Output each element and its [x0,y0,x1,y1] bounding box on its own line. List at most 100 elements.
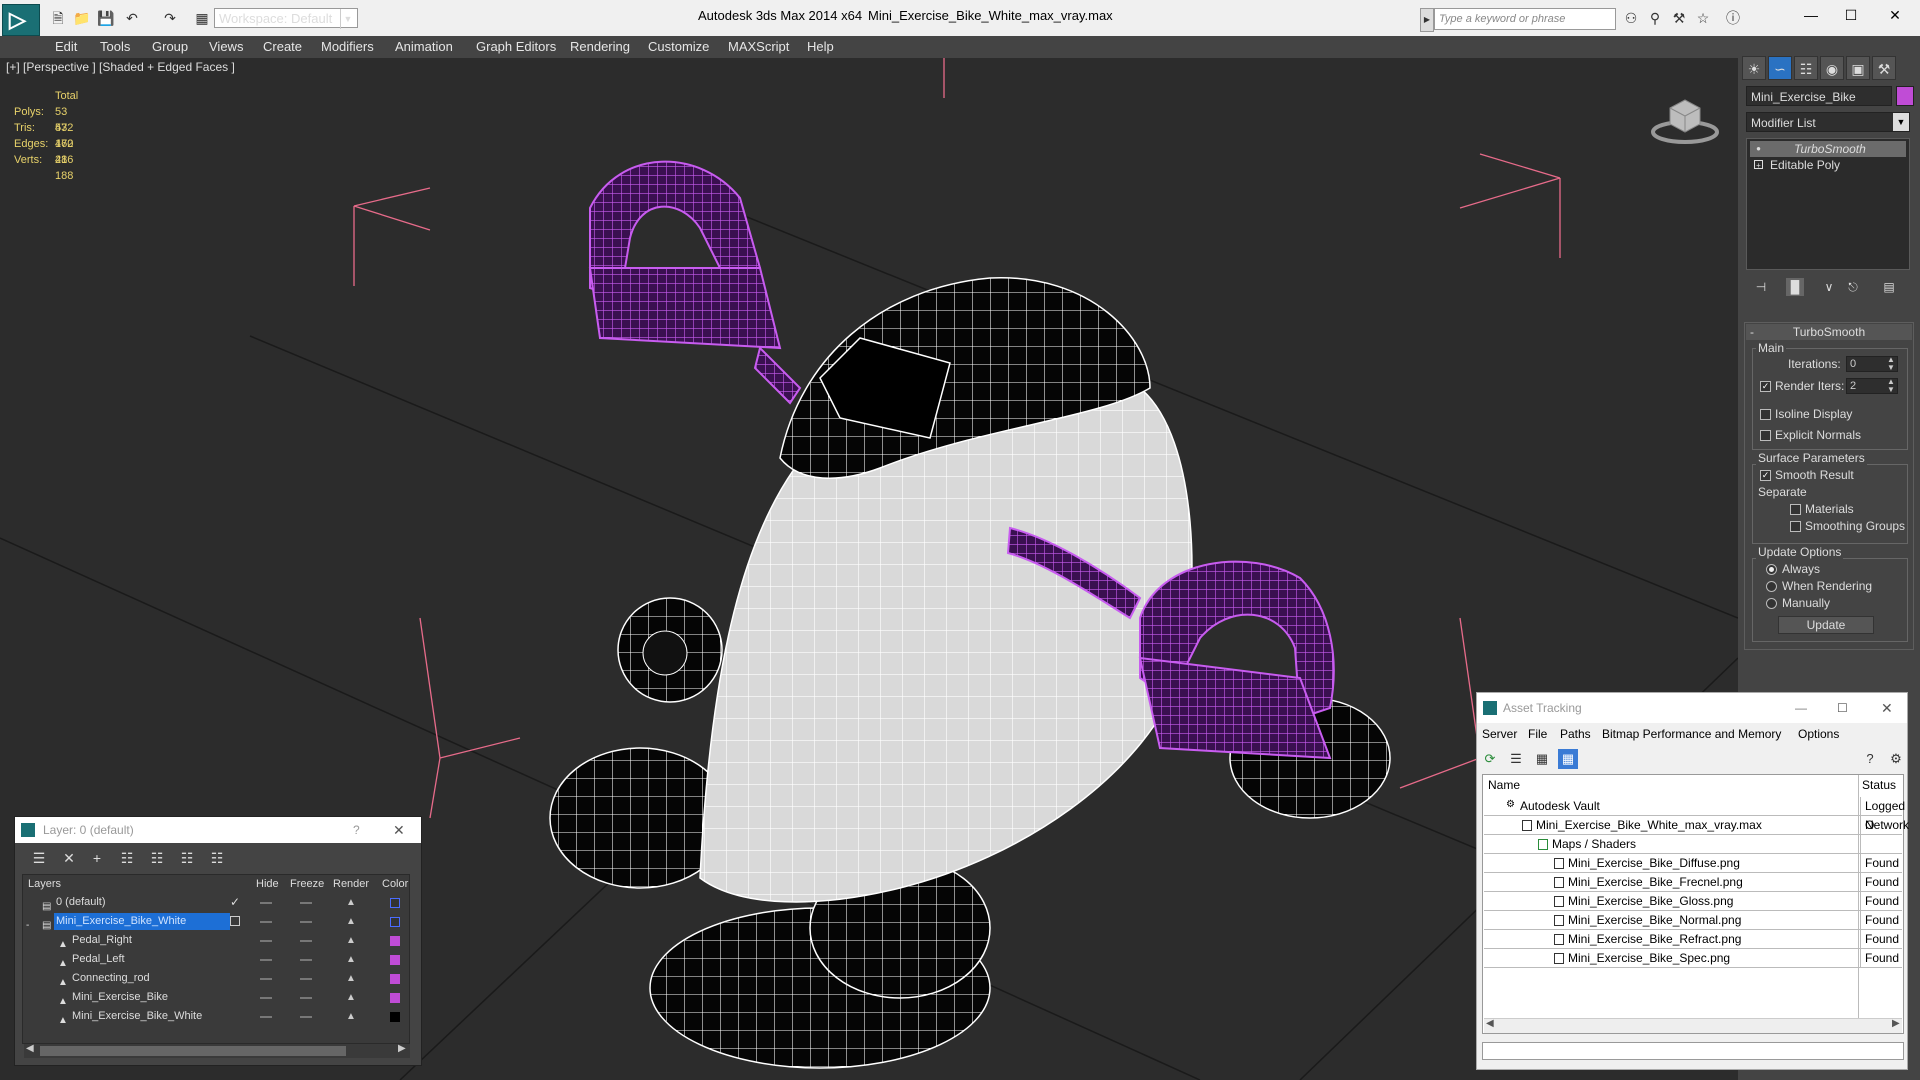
layer-color-swatch[interactable] [390,898,400,908]
manually-radio[interactable] [1766,598,1777,609]
freeze-toggle[interactable] [300,902,312,904]
binoculars-icon[interactable]: ⚇ [1620,8,1642,28]
menu-create[interactable]: Create [263,36,302,58]
viewport-label[interactable]: [+] [Perspective ] [Shaded + Edged Faces… [6,60,235,74]
smoothing-groups-checkbox[interactable] [1790,521,1801,532]
scroll-right-icon[interactable]: ▶ [1892,1018,1900,1029]
remove-modifier-icon[interactable]: ⎋ [1844,278,1862,296]
scrollbar-thumb[interactable] [40,1046,346,1056]
maximize-icon[interactable]: ☐ [1837,693,1848,723]
asset-horizontal-scrollbar[interactable] [1484,1018,1902,1033]
render-teapot-icon[interactable]: ▲ [346,917,356,927]
project-folder-icon[interactable]: ▦ [192,9,212,27]
hide-toggle[interactable] [260,959,272,961]
menu-rendering[interactable]: Rendering [570,36,630,58]
menu-animation[interactable]: Animation [395,36,453,58]
stack-item-turbosmooth[interactable]: ● TurboSmooth [1750,141,1906,157]
asset-row[interactable]: Mini_Exercise_Bike_Diffuse.png Found [1484,854,1902,873]
communication-icon[interactable]: ⚒ [1668,8,1690,28]
column-hide[interactable]: Hide [256,876,279,892]
utilities-tab-icon[interactable]: ⚒ [1872,56,1896,80]
freeze-toggle[interactable] [300,921,312,923]
highlight-selected-icon[interactable]: ☷ [146,848,168,868]
app-menu-button[interactable]: ▷ [2,4,40,36]
list-view-icon[interactable]: ☰ [1506,749,1526,769]
layer-row[interactable]: ▲ Pedal_Right ▲ [24,931,408,950]
add-layer-icon[interactable]: + [86,848,108,868]
menu-help[interactable]: Help [807,36,834,58]
menu-group[interactable]: Group [152,36,188,58]
minimize-icon[interactable]: — [1795,693,1807,723]
asset-menu-server[interactable]: Server [1482,726,1517,742]
hide-toggle[interactable] [260,978,272,980]
open-folder-icon[interactable]: 📁 [72,9,92,27]
layer-color-swatch[interactable] [390,917,400,927]
layer-color-swatch[interactable] [390,955,400,965]
isoline-display-checkbox[interactable] [1760,409,1771,420]
settings-icon[interactable]: ⚙ [1886,749,1906,769]
maximize-icon[interactable]: ☐ [1828,0,1874,30]
lightbulb-icon[interactable]: ● [1754,144,1763,153]
freeze-toggle[interactable] [300,959,312,961]
display-tab-icon[interactable]: ▣ [1846,56,1870,80]
column-layers[interactable]: Layers [28,876,61,892]
freeze-toggle[interactable] [300,978,312,980]
pin-stack-icon[interactable]: ⊣ [1752,278,1770,296]
help-icon[interactable]: ⓘ [1722,8,1744,28]
render-teapot-icon[interactable]: ▲ [346,955,356,965]
layer-color-swatch[interactable] [390,1012,400,1022]
render-teapot-icon[interactable]: ▲ [346,936,356,946]
modify-tab-icon[interactable]: ∽ [1768,56,1792,80]
layer-row[interactable]: ▲ Connecting_rod ▲ [24,969,408,988]
render-teapot-icon[interactable]: ▲ [346,1012,356,1022]
render-teapot-icon[interactable]: ▲ [346,993,356,1003]
redo-icon[interactable]: ↷ [160,9,180,27]
materials-checkbox[interactable] [1790,504,1801,515]
close-icon[interactable]: ✕ [1881,693,1893,723]
asset-row[interactable]: Mini_Exercise_Bike_Spec.png Found [1484,949,1902,968]
hierarchy-tab-icon[interactable]: ☷ [1794,56,1818,80]
layer-window-titlebar[interactable]: Layer: 0 (default) ? ✕ [15,817,421,843]
layer-color-swatch[interactable] [390,974,400,984]
freeze-toggle[interactable] [300,940,312,942]
show-end-result-icon[interactable]: █ [1786,278,1804,296]
always-radio[interactable] [1766,564,1777,575]
make-unique-icon[interactable]: ∨ [1820,278,1838,296]
hide-all-icon[interactable]: ☷ [176,848,198,868]
menu-customize[interactable]: Customize [648,36,709,58]
asset-row[interactable]: Mini_Exercise_Bike_Normal.png Found [1484,911,1902,930]
object-color-swatch[interactable] [1896,86,1914,106]
column-freeze[interactable]: Freeze [290,876,324,892]
explicit-normals-checkbox[interactable] [1760,430,1771,441]
layer-row[interactable]: ▲ Pedal_Left ▲ [24,950,408,969]
select-objects-icon[interactable]: ☷ [116,848,138,868]
menu-tools[interactable]: Tools [100,36,130,58]
close-icon[interactable]: ✕ [393,817,405,843]
spinner-arrows-icon[interactable]: ▲ ▼ [1884,378,1898,394]
when-rendering-radio[interactable] [1766,581,1777,592]
spinner-arrows-icon[interactable]: ▲ ▼ [1884,356,1898,372]
undo-icon[interactable]: ↶ [122,9,142,27]
render-iters-checkbox[interactable]: ✓ [1760,381,1771,392]
freeze-toggle[interactable] [300,997,312,999]
hide-toggle[interactable] [260,902,272,904]
active-layer-check-icon[interactable]: ✓ [230,893,240,912]
help-icon[interactable]: ? [1860,749,1880,769]
layer-settings-icon[interactable]: ☰ [28,848,50,868]
asset-menu-file[interactable]: File [1528,726,1547,742]
asset-row[interactable]: Mini_Exercise_Bike_Refract.png Found [1484,930,1902,949]
scroll-right-icon[interactable]: ▶ [398,1043,406,1054]
scroll-left-icon[interactable]: ◀ [1486,1018,1494,1029]
asset-menu-bitmap[interactable]: Bitmap Performance and Memory [1602,726,1781,742]
search-expand-icon[interactable]: ▶ [1420,8,1434,32]
hide-toggle[interactable] [260,997,272,999]
layer-color-swatch[interactable] [390,993,400,1003]
menu-edit[interactable]: Edit [55,36,77,58]
asset-menu-paths[interactable]: Paths [1560,726,1591,742]
make-active-box[interactable] [230,916,240,926]
viewcube-icon[interactable] [1650,88,1720,144]
hide-toggle[interactable] [260,921,272,923]
table-view-icon[interactable]: ▦ [1558,749,1578,769]
hide-toggle[interactable] [260,1016,272,1018]
column-status[interactable]: Status [1862,776,1896,794]
